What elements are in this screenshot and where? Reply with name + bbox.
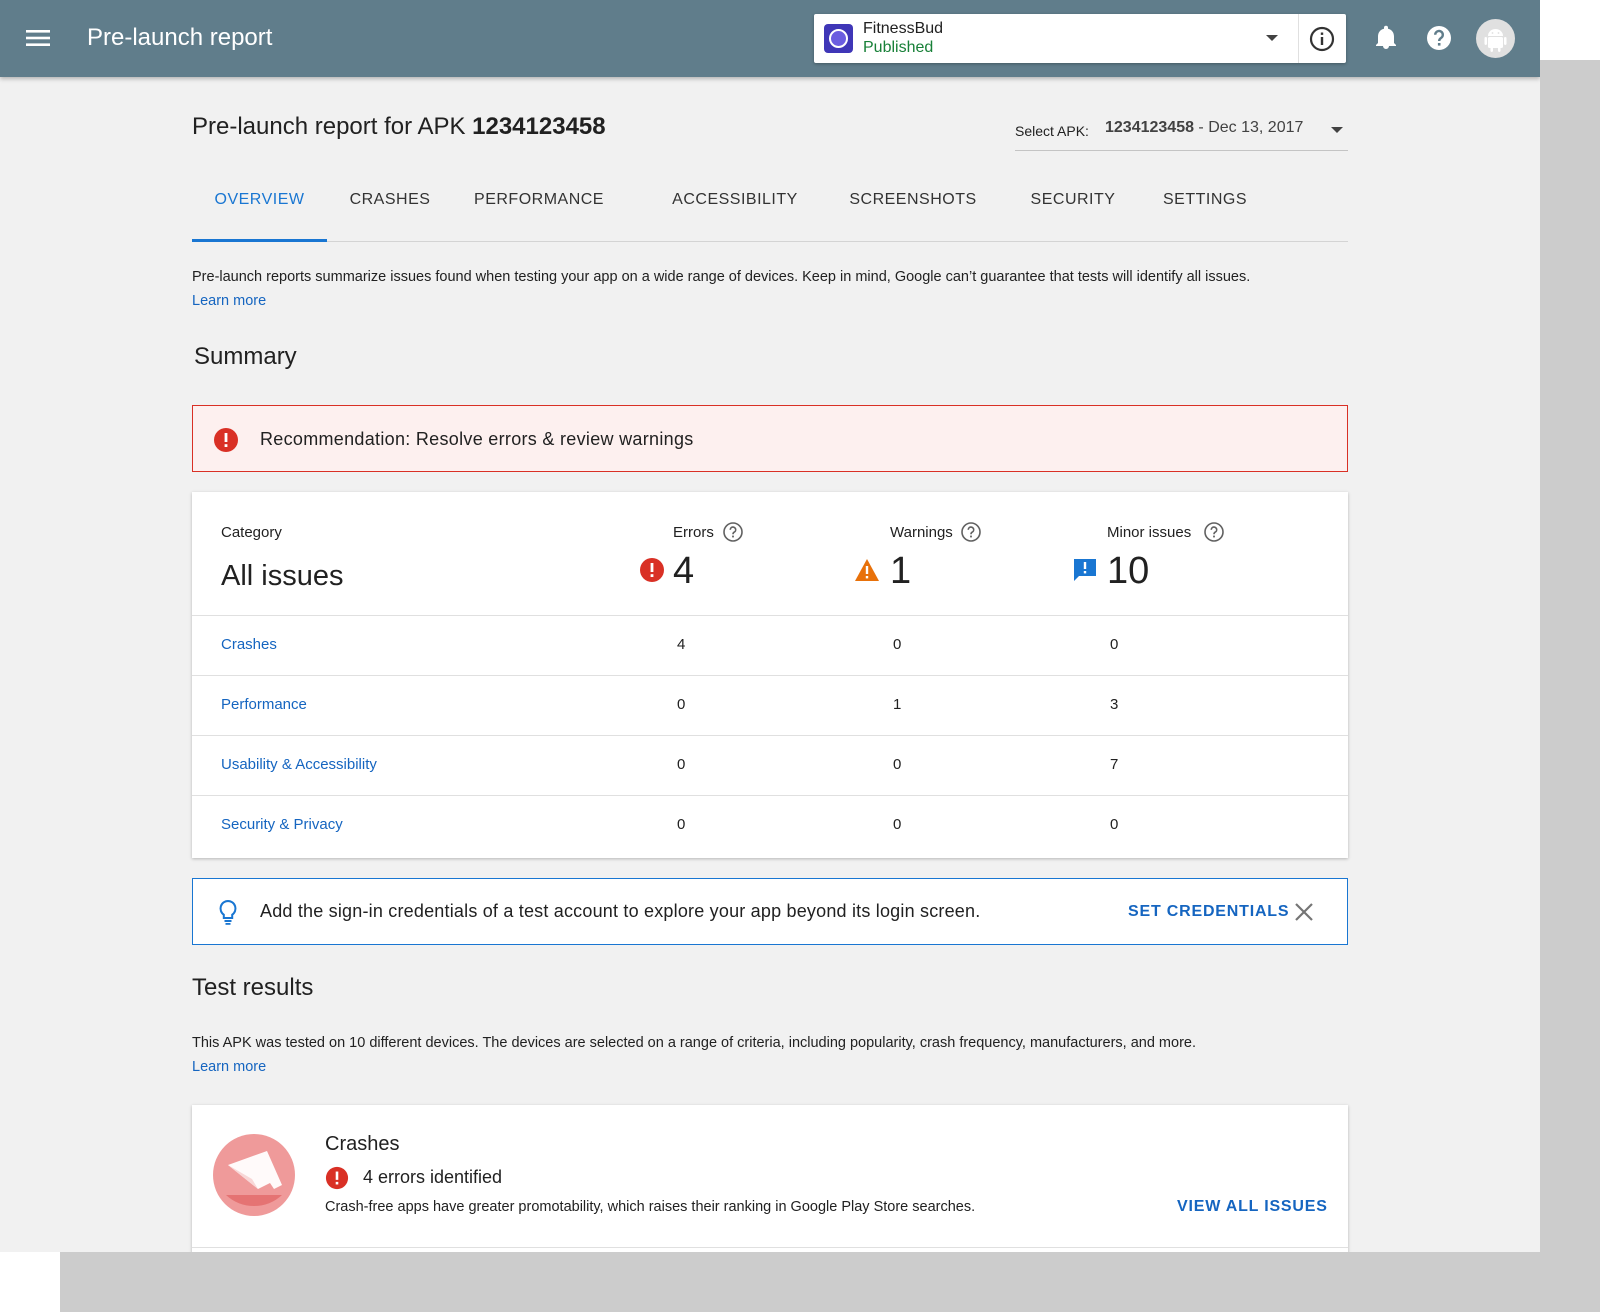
errors-cell: 0 <box>677 696 686 713</box>
app-bar-title: Pre-launch report <box>87 24 273 51</box>
help-outline-icon[interactable] <box>960 521 982 543</box>
table-row: Crashes 4 0 0 <box>192 616 1348 676</box>
summary-header: Category All issues Errors 4 Warnings 1 … <box>192 492 1348 616</box>
errors-cell: 0 <box>677 816 686 833</box>
test-results-title: Test results <box>192 974 314 1001</box>
warnings-cell: 0 <box>893 636 902 653</box>
error-icon <box>214 428 238 452</box>
tab-performance[interactable]: PERFORMANCE <box>471 165 607 242</box>
android-avatar-icon <box>1484 29 1507 52</box>
category-link-usability[interactable]: Usability & Accessibility <box>221 756 377 773</box>
set-credentials-button[interactable]: SET CREDENTIALS <box>1128 903 1289 921</box>
minor-issues-count: 10 <box>1107 550 1150 592</box>
warning-icon <box>855 559 879 581</box>
tab-accessibility[interactable]: ACCESSIBILITY <box>671 165 799 242</box>
app-bar: Pre-launch report FitnessBud Published <box>0 0 1540 77</box>
tab-bar: OVERVIEW CRASHES PERFORMANCE ACCESSIBILI… <box>192 165 1348 242</box>
chevron-down-icon[interactable] <box>1264 30 1280 46</box>
intro-text: Pre-launch reports summarize issues foun… <box>192 269 1251 309</box>
minor-cell: 0 <box>1110 816 1119 833</box>
error-icon <box>640 558 664 582</box>
tab-crashes[interactable]: CRASHES <box>344 165 436 242</box>
warnings-cell: 1 <box>893 696 902 713</box>
help-outline-icon[interactable] <box>1203 521 1225 543</box>
minor-cell: 0 <box>1110 636 1119 653</box>
table-row: Usability & Accessibility 0 0 7 <box>192 736 1348 796</box>
summary-card: Category All issues Errors 4 Warnings 1 … <box>192 492 1348 858</box>
account-avatar[interactable] <box>1476 19 1515 58</box>
feedback-icon <box>1074 559 1096 581</box>
warnings-cell: 0 <box>893 756 902 773</box>
app-logo-icon <box>824 24 853 53</box>
error-icon <box>325 1166 349 1190</box>
divider <box>1298 14 1299 63</box>
close-icon[interactable] <box>1291 899 1317 925</box>
warnings-count: 1 <box>890 550 912 592</box>
recommendation-text: Recommendation: Resolve errors & review … <box>260 429 694 449</box>
recommendation-banner: Recommendation: Resolve errors & review … <box>192 405 1348 472</box>
active-tab-indicator <box>192 239 327 242</box>
tab-settings[interactable]: SETTINGS <box>1160 165 1250 242</box>
minor-cell: 3 <box>1110 696 1119 713</box>
table-row: Security & Privacy 0 0 0 <box>192 796 1348 856</box>
errors-label: Errors <box>673 524 714 541</box>
category-link-performance[interactable]: Performance <box>221 696 307 713</box>
errors-count: 4 <box>673 550 695 592</box>
crashes-description: Crash-free apps have greater promotabili… <box>325 1199 976 1215</box>
view-all-issues-button[interactable]: VIEW ALL ISSUES <box>1177 1198 1328 1216</box>
lightbulb-icon <box>219 899 237 925</box>
errors-cell: 4 <box>677 636 686 653</box>
table-row: Performance 0 1 3 <box>192 676 1348 736</box>
info-icon[interactable] <box>1307 24 1337 54</box>
app-status: Published <box>863 39 934 56</box>
help-outline-icon[interactable] <box>722 521 744 543</box>
app-name: FitnessBud <box>863 20 944 37</box>
app-selector[interactable]: FitnessBud Published <box>814 14 1346 63</box>
category-link-security[interactable]: Security & Privacy <box>221 816 343 833</box>
warnings-label: Warnings <box>890 524 953 541</box>
crashes-result-card: Crashes 4 errors identified Crash-free a… <box>192 1105 1348 1252</box>
menu-icon[interactable] <box>22 22 54 54</box>
bell-icon[interactable] <box>1370 22 1402 54</box>
errors-cell: 0 <box>677 756 686 773</box>
summary-title: Summary <box>194 343 297 370</box>
learn-more-link[interactable]: Learn more <box>192 1059 266 1075</box>
learn-more-link[interactable]: Learn more <box>192 293 266 309</box>
minor-cell: 7 <box>1110 756 1119 773</box>
chevron-down-icon <box>1331 127 1343 133</box>
crashes-error-count: 4 errors identified <box>363 1167 503 1187</box>
app-window: Pre-launch report FitnessBud Published P… <box>0 0 1540 1252</box>
tab-overview[interactable]: OVERVIEW <box>192 165 327 242</box>
credentials-banner: Add the sign-in credentials of a test ac… <box>192 878 1348 945</box>
warnings-cell: 0 <box>893 816 902 833</box>
test-results-text: This APK was tested on 10 different devi… <box>192 1035 1196 1075</box>
apk-select-value: 1234123458 - Dec 13, 2017 <box>1105 119 1304 136</box>
minor-issues-label: Minor issues <box>1107 524 1192 541</box>
category-value: All issues <box>221 560 344 592</box>
tab-security[interactable]: SECURITY <box>1028 165 1118 242</box>
crash-illustration-icon <box>213 1134 295 1216</box>
divider <box>192 1247 1348 1248</box>
tab-screenshots[interactable]: SCREENSHOTS <box>848 165 978 242</box>
credentials-text: Add the sign-in credentials of a test ac… <box>260 901 981 921</box>
category-link-crashes[interactable]: Crashes <box>221 636 277 653</box>
crashes-card-title: Crashes <box>325 1133 400 1155</box>
page-title: Pre-launch report for APK 1234123458 <box>192 113 606 140</box>
apk-select-label: Select APK: <box>1015 123 1089 139</box>
apk-select-dropdown[interactable]: Select APK: 1234123458 - Dec 13, 2017 <box>1015 109 1348 151</box>
category-label: Category <box>221 524 282 541</box>
help-icon[interactable] <box>1423 22 1455 54</box>
